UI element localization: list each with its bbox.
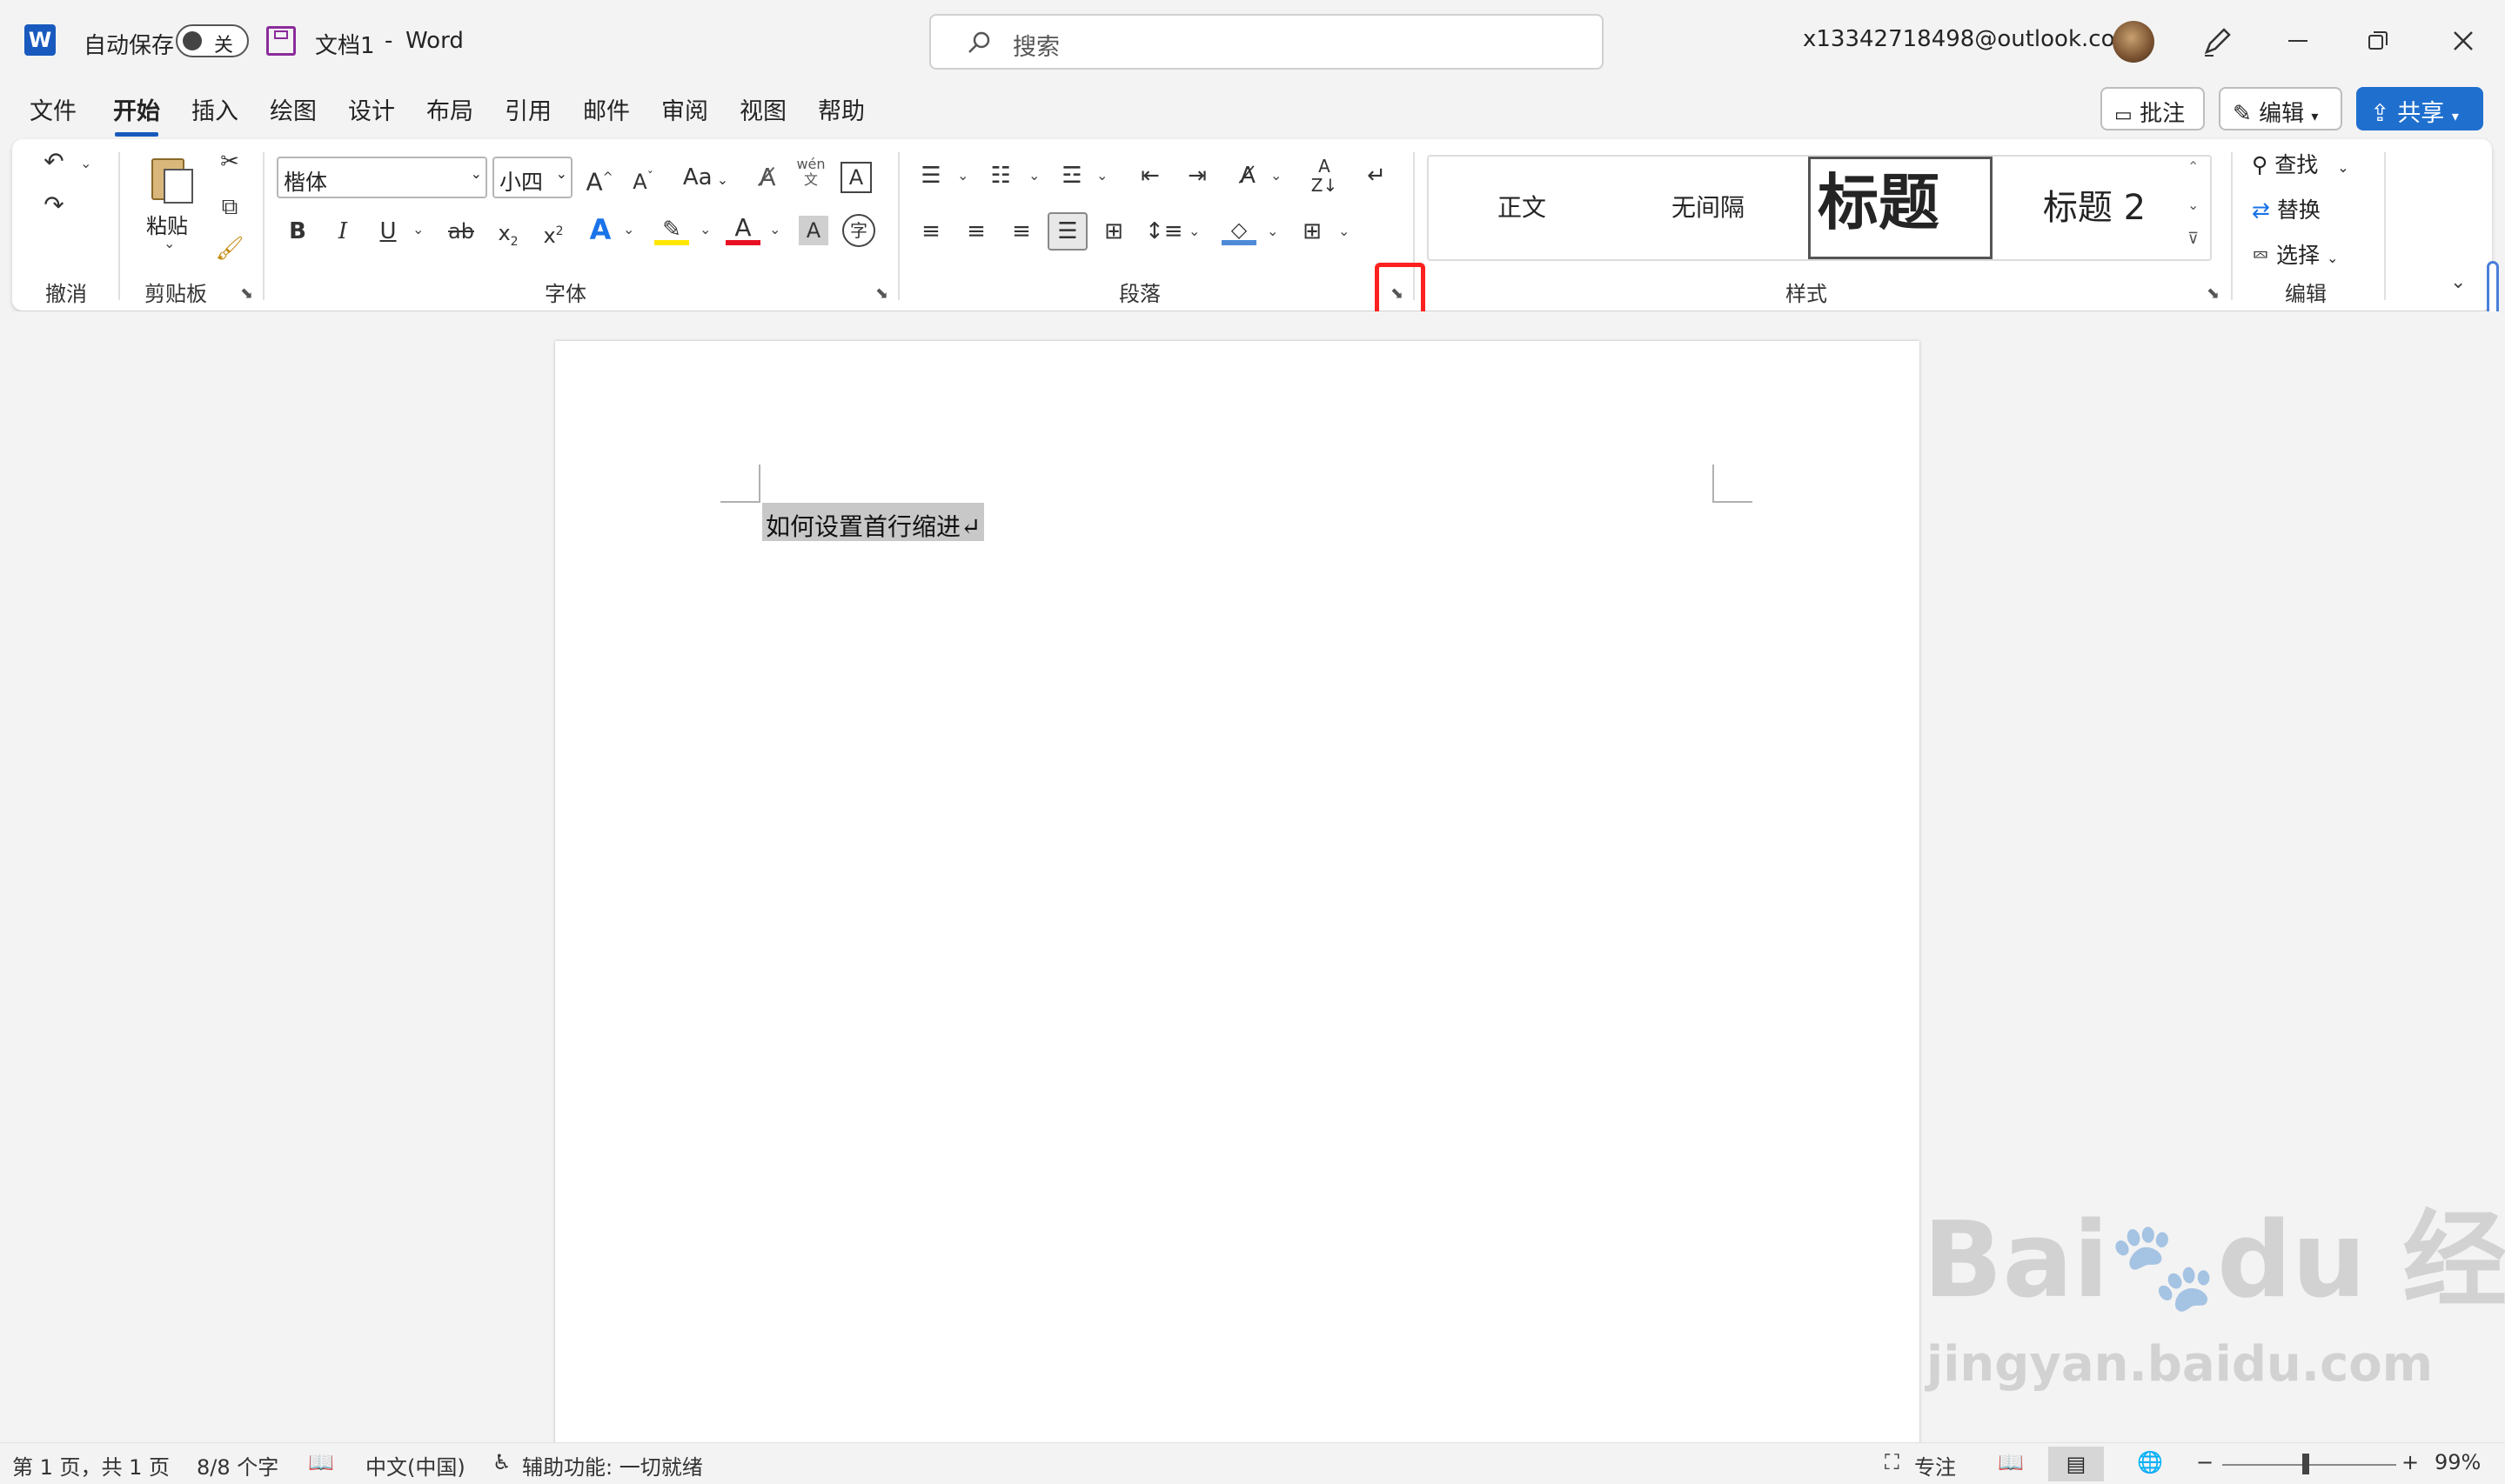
watermark-brand-2: du	[2217, 1200, 2367, 1321]
document-text-line[interactable]: 如何设置首行缩进↵	[762, 503, 985, 541]
focus-icon: ⛶	[1885, 1450, 1899, 1474]
focus-mode-button[interactable]: 专注	[1914, 1450, 1956, 1481]
watermark-brand: Bai	[1923, 1200, 2109, 1321]
status-bar: 第 1 页，共 1 页 8/8 个字 📖 中文(中国) ♿ 辅助功能: 一切就绪…	[0, 1442, 2505, 1484]
margin-corner-top-left	[720, 465, 760, 503]
language-indicator[interactable]: 中文(中国)	[365, 1450, 466, 1481]
zoom-slider-thumb[interactable]	[2302, 1454, 2309, 1474]
document-page[interactable]	[555, 341, 1919, 1446]
zoom-out-icon[interactable]: −	[2196, 1450, 2214, 1474]
watermark-cn: 经验	[2402, 1200, 2505, 1321]
proofing-book-icon[interactable]: 📖	[308, 1450, 334, 1474]
accessibility-icon: ♿	[492, 1450, 512, 1474]
word-count[interactable]: 8/8 个字	[197, 1450, 278, 1481]
paw-icon: 🐾	[2108, 1215, 2218, 1317]
margin-corner-top-right	[1712, 465, 1752, 503]
page-count[interactable]: 第 1 页，共 1 页	[12, 1450, 170, 1481]
zoom-in-icon[interactable]: +	[2401, 1450, 2419, 1474]
zoom-level[interactable]: 99%	[2435, 1450, 2481, 1474]
zoom-slider-track[interactable]	[2222, 1464, 2396, 1466]
watermark-url: jingyan.baidu.com	[1926, 1336, 2434, 1393]
web-layout-icon[interactable]: 🌐	[2137, 1450, 2163, 1474]
accessibility-status[interactable]: 辅助功能: 一切就绪	[522, 1450, 703, 1481]
read-mode-icon[interactable]: 📖	[1998, 1450, 2024, 1474]
baidu-watermark: Bai🐾du 经验 jingyan.baidu.com	[1923, 1209, 2505, 1394]
print-layout-icon[interactable]: ▤	[2048, 1447, 2104, 1481]
